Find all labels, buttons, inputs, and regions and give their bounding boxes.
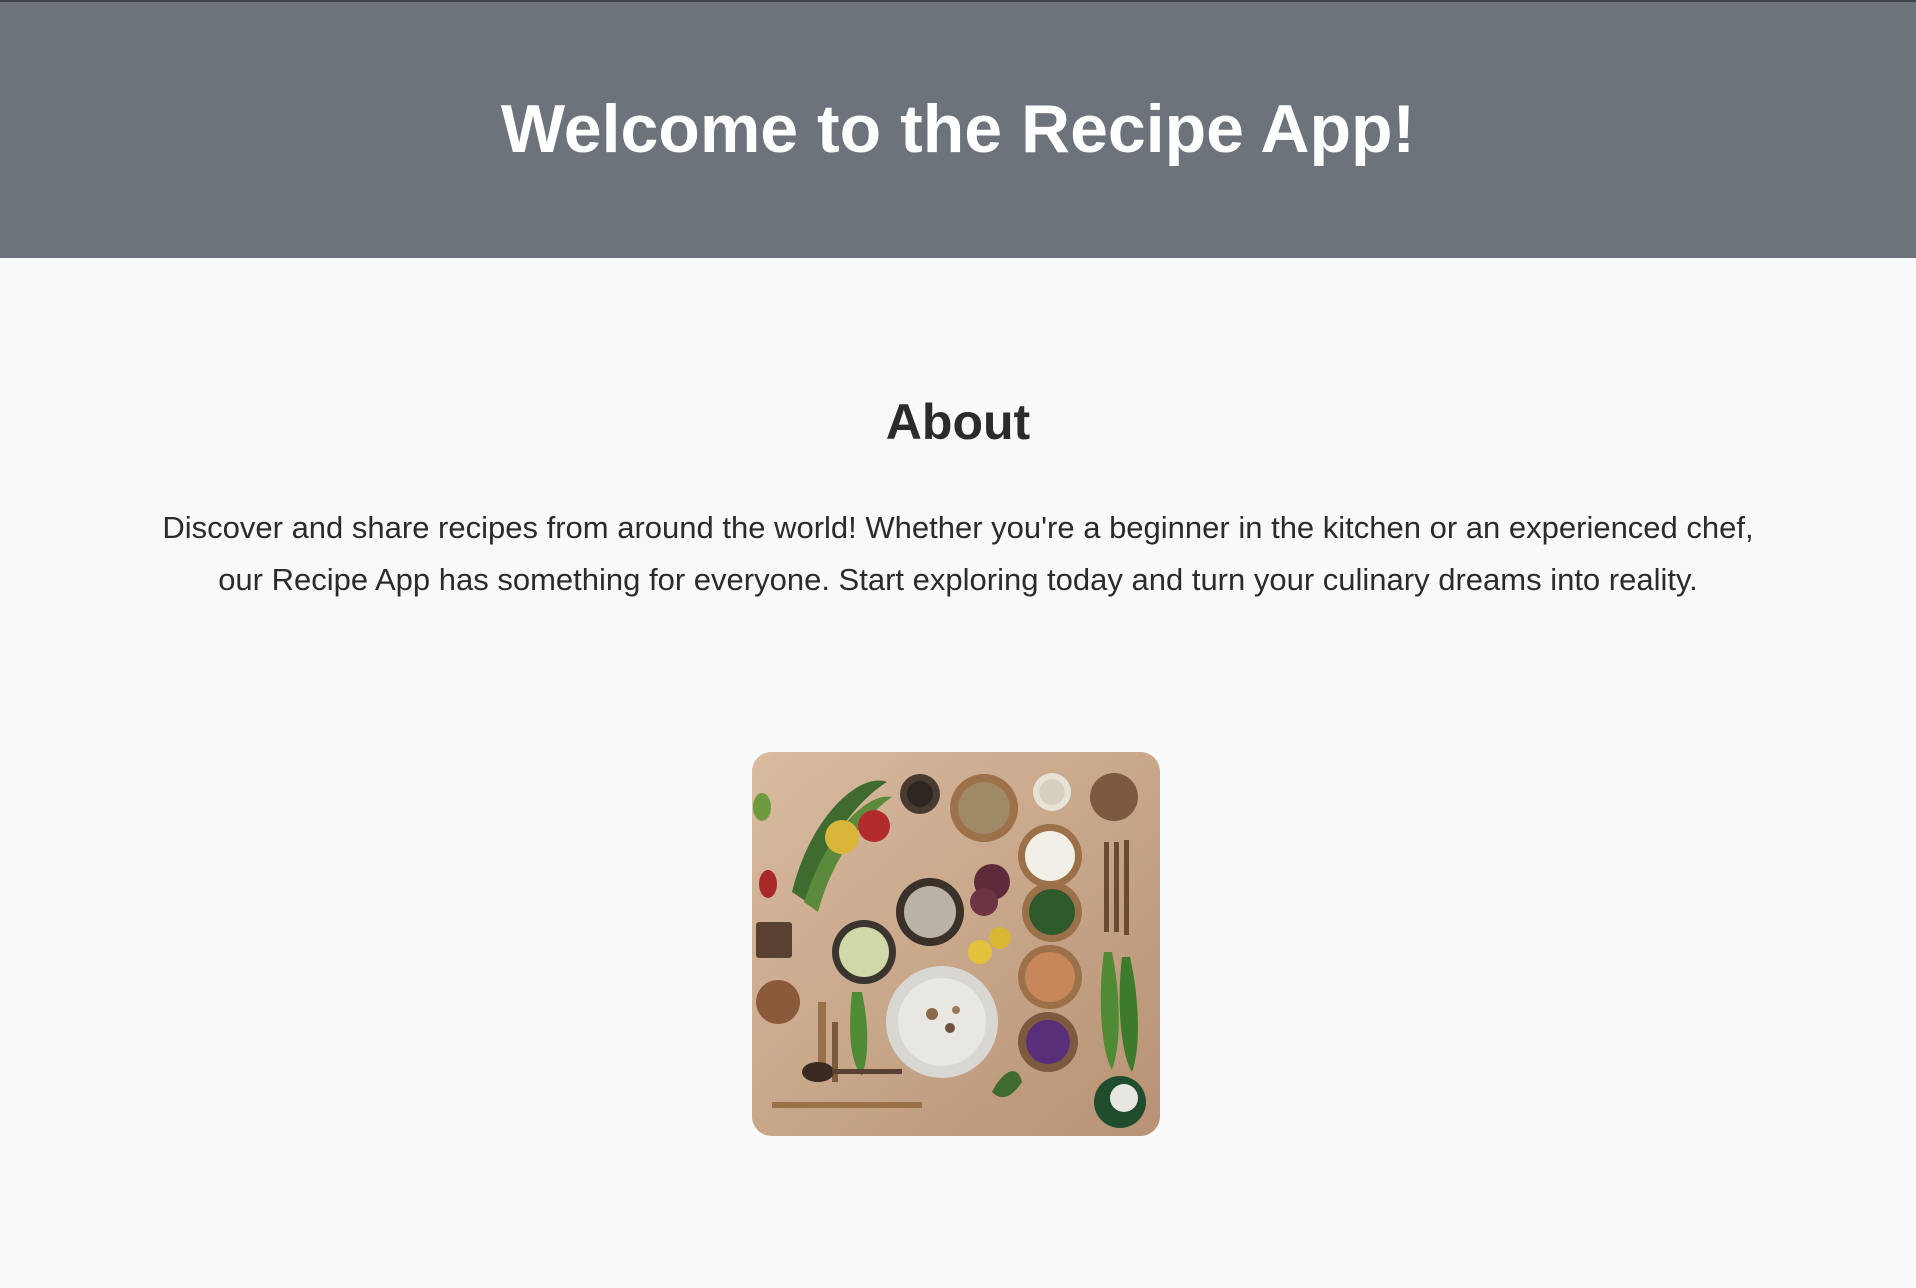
page-header: Welcome to the Recipe App! <box>0 0 1916 258</box>
ingredients-illustration-icon <box>752 752 1160 1136</box>
about-heading: About <box>885 394 1031 450</box>
top-divider <box>0 0 1916 2</box>
recipe-ingredients-image <box>752 752 1160 1136</box>
page-title: Welcome to the Recipe App! <box>500 91 1416 167</box>
about-description: Discover and share recipes from around t… <box>162 510 1754 597</box>
